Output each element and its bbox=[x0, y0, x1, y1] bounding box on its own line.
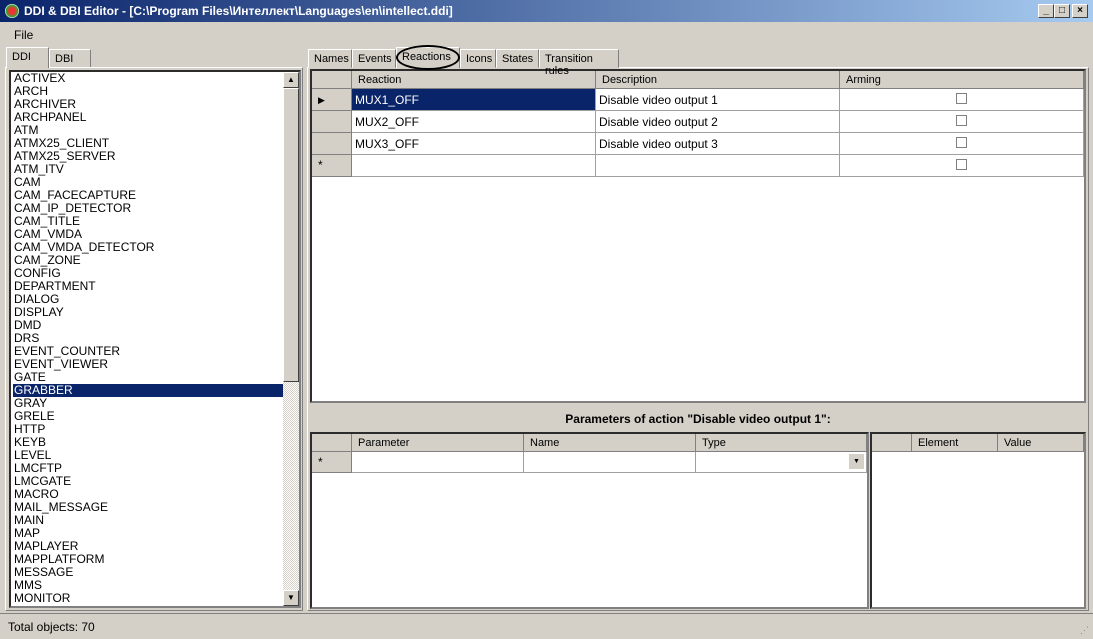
reaction-cell[interactable]: MUX2_OFF bbox=[352, 111, 596, 133]
scroll-up-icon[interactable]: ▲ bbox=[283, 72, 299, 88]
row-header-corner bbox=[312, 434, 352, 452]
window-title: DDI & DBI Editor - [C:\Program Files\Инт… bbox=[24, 4, 453, 18]
list-item[interactable]: ACTIVEX bbox=[13, 72, 285, 85]
highlight-ellipse bbox=[396, 45, 460, 70]
row-header-corner bbox=[312, 71, 352, 89]
arming-checkbox[interactable] bbox=[956, 115, 967, 126]
elements-grid[interactable]: Element Value bbox=[870, 432, 1086, 609]
list-scrollbar[interactable]: ▲ ▼ bbox=[283, 72, 299, 606]
tab-icons[interactable]: Icons bbox=[460, 49, 496, 68]
reactions-grid[interactable]: Reaction Description Arming ▶ MUX1_OFF Disabl… bbox=[310, 69, 1086, 403]
list-item[interactable]: MESSAGE bbox=[13, 566, 285, 579]
reaction-cell[interactable]: MUX1_OFF bbox=[352, 89, 596, 111]
row-header-corner bbox=[872, 434, 912, 452]
total-objects: Total objects: 70 bbox=[8, 620, 95, 634]
column-header[interactable]: Parameter bbox=[352, 434, 524, 452]
tab-states[interactable]: States bbox=[496, 49, 539, 68]
reaction-cell[interactable] bbox=[352, 155, 596, 177]
tab-transition-rules[interactable]: Transition rules bbox=[539, 49, 619, 77]
list-item[interactable]: EVENT_VIEWER bbox=[13, 358, 285, 371]
tab-events[interactable]: Events bbox=[352, 49, 396, 68]
arming-checkbox[interactable] bbox=[956, 159, 967, 170]
status-bar: Total objects: 70 bbox=[0, 613, 1093, 639]
description-cell[interactable] bbox=[596, 155, 840, 177]
app-icon bbox=[5, 4, 19, 18]
list-item[interactable]: MAIN bbox=[13, 514, 285, 527]
reaction-cell[interactable]: MUX3_OFF bbox=[352, 133, 596, 155]
arming-cell[interactable] bbox=[840, 111, 1084, 133]
tab-names[interactable]: Names bbox=[308, 49, 352, 68]
close-button[interactable]: × bbox=[1072, 4, 1088, 18]
list-item[interactable]: DISPLAY bbox=[13, 306, 285, 319]
list-item[interactable]: ATM_ITV bbox=[13, 163, 285, 176]
row-header[interactable] bbox=[312, 111, 352, 133]
list-item[interactable]: HTTP bbox=[13, 423, 285, 436]
column-header[interactable]: Value bbox=[998, 434, 1084, 452]
resize-grip-icon[interactable]: ⋰ bbox=[1080, 625, 1089, 636]
title-bar: DDI & DBI Editor - [C:\Program Files\Инт… bbox=[0, 0, 1093, 22]
row-header[interactable] bbox=[312, 133, 352, 155]
tab-dbi[interactable]: DBI bbox=[49, 49, 91, 68]
list-item[interactable]: MAIL_MESSAGE bbox=[13, 501, 285, 514]
column-header[interactable]: Name bbox=[524, 434, 696, 452]
description-cell[interactable]: Disable video output 3 bbox=[596, 133, 840, 155]
tab-ddi[interactable]: DDI bbox=[6, 47, 49, 68]
list-item[interactable]: DMD bbox=[13, 319, 285, 332]
arming-checkbox[interactable] bbox=[956, 93, 967, 104]
arming-cell[interactable] bbox=[840, 89, 1084, 111]
scroll-thumb[interactable] bbox=[283, 88, 299, 382]
minimize-button[interactable]: _ bbox=[1038, 4, 1054, 18]
type-dropdown[interactable]: ▼ bbox=[696, 452, 867, 473]
arming-cell[interactable] bbox=[840, 155, 1084, 177]
arming-cell[interactable] bbox=[840, 133, 1084, 155]
row-header[interactable]: ▶ bbox=[312, 89, 352, 111]
chevron-down-icon[interactable]: ▼ bbox=[849, 454, 864, 469]
maximize-button[interactable]: □ bbox=[1054, 4, 1070, 18]
object-list[interactable]: ACTIVEX ARCH ARCHIVER ARCHPANEL ATM ATMX25_CL… bbox=[9, 70, 301, 608]
column-header[interactable]: Description bbox=[596, 71, 840, 89]
scroll-down-icon[interactable]: ▼ bbox=[283, 590, 299, 606]
description-cell[interactable]: Disable video output 2 bbox=[596, 111, 840, 133]
column-header[interactable]: Element bbox=[912, 434, 998, 452]
parameters-grid[interactable]: Parameter Name Type * ▼ bbox=[310, 432, 869, 609]
list-item[interactable]: ARCHPANEL bbox=[13, 111, 285, 124]
column-header[interactable]: Type bbox=[696, 434, 867, 452]
arming-checkbox[interactable] bbox=[956, 137, 967, 148]
name-cell[interactable] bbox=[524, 452, 696, 473]
params-title: Parameters of action "Disable video outp… bbox=[565, 412, 831, 426]
list-item[interactable]: PERSON bbox=[13, 605, 285, 607]
description-cell[interactable]: Disable video output 1 bbox=[596, 89, 840, 111]
list-item[interactable]: GRELE bbox=[13, 410, 285, 423]
menu-bar: File bbox=[0, 22, 1093, 46]
list-item[interactable]: KEYB bbox=[13, 436, 285, 449]
menu-file[interactable]: File bbox=[14, 28, 33, 42]
new-row-marker[interactable]: * bbox=[312, 155, 352, 177]
new-row-marker[interactable]: * bbox=[312, 452, 352, 473]
column-header[interactable]: Arming bbox=[840, 71, 1084, 89]
list-item[interactable]: GRABBER bbox=[13, 384, 285, 397]
parameter-cell[interactable] bbox=[352, 452, 524, 473]
